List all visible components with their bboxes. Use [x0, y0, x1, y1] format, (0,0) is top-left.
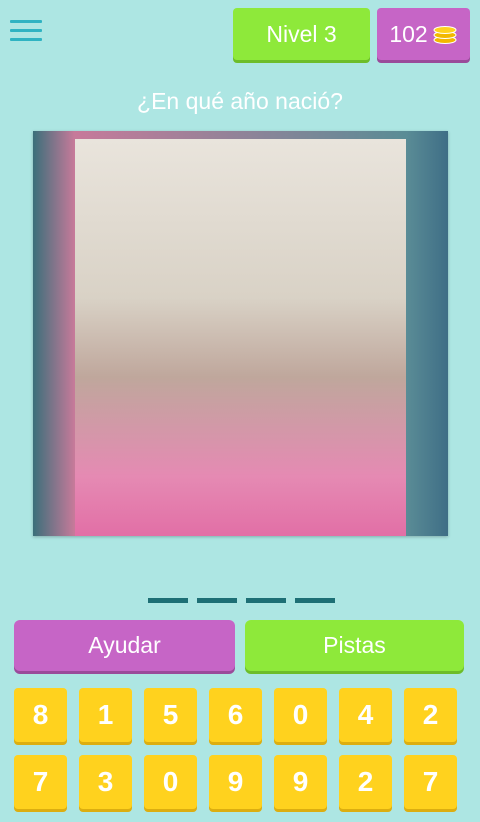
coin-stack-icon: [433, 26, 457, 44]
photo-image: [75, 139, 406, 536]
digit-key[interactable]: 8: [14, 688, 67, 742]
digit-key[interactable]: 2: [339, 755, 392, 809]
digit-keypad: 8 1 5 6 0 4 2 7 3 0 9 9 2 7: [14, 688, 459, 809]
digit-key[interactable]: 9: [274, 755, 327, 809]
coins-count: 102: [389, 20, 428, 47]
digit-key[interactable]: 2: [404, 688, 457, 742]
help-button[interactable]: Ayudar: [14, 620, 235, 671]
digit-key[interactable]: 1: [79, 688, 132, 742]
question-photo: [33, 131, 448, 536]
level-badge: Nivel 3: [233, 8, 370, 60]
digit-key[interactable]: 7: [14, 755, 67, 809]
digit-key[interactable]: 0: [274, 688, 327, 742]
hints-button[interactable]: Pistas: [245, 620, 464, 671]
question-text: ¿En qué año nació?: [137, 88, 343, 114]
digit-key[interactable]: 7: [404, 755, 457, 809]
answer-slot[interactable]: [246, 598, 286, 603]
digit-key[interactable]: 4: [339, 688, 392, 742]
digit-key[interactable]: 3: [79, 755, 132, 809]
digit-key[interactable]: 5: [144, 688, 197, 742]
answer-slot[interactable]: [148, 598, 188, 603]
digit-key[interactable]: 6: [209, 688, 262, 742]
answer-slot[interactable]: [197, 598, 237, 603]
menu-icon[interactable]: [10, 20, 42, 48]
coins-badge[interactable]: 102: [377, 8, 470, 60]
digit-key[interactable]: 0: [144, 755, 197, 809]
digit-key[interactable]: 9: [209, 755, 262, 809]
level-label: Nivel 3: [266, 20, 337, 47]
answer-slots: [148, 598, 335, 603]
answer-slot[interactable]: [295, 598, 335, 603]
